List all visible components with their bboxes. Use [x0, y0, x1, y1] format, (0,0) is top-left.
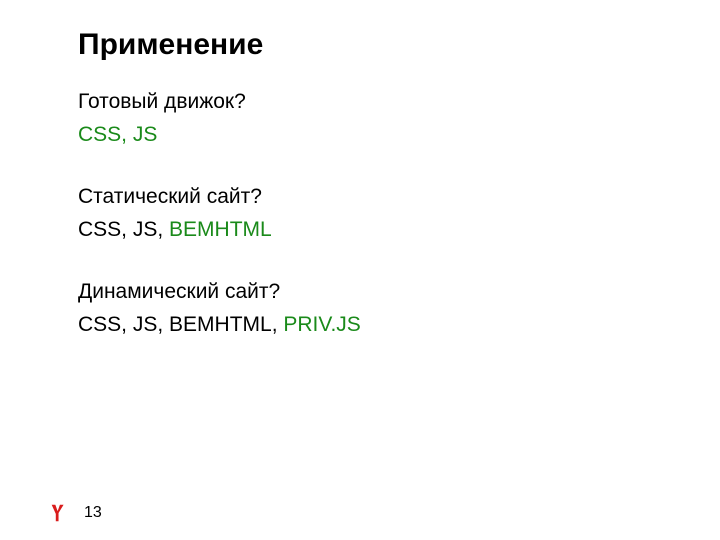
content-block: Динамический сайт? CSS, JS, BEMHTML, PRI…: [78, 276, 642, 341]
answer-part: CSS, JS: [78, 123, 157, 146]
answer-part: CSS, JS,: [78, 218, 169, 241]
answer-part: PRIV.JS: [283, 313, 360, 336]
slide-title: Применение: [78, 28, 642, 62]
answer-text: CSS, JS, BEMHTML: [78, 214, 642, 247]
slide: Применение Готовый движок? CSS, JS Стати…: [0, 0, 720, 540]
page-number: 13: [84, 504, 102, 522]
slide-content: Готовый движок? CSS, JS Статический сайт…: [78, 86, 642, 341]
answer-part: BEMHTML: [169, 218, 272, 241]
yandex-logo-icon: [48, 502, 70, 524]
answer-part: CSS, JS, BEMHTML,: [78, 313, 283, 336]
answer-text: CSS, JS, BEMHTML, PRIV.JS: [78, 309, 642, 342]
slide-footer: 13: [48, 502, 102, 524]
content-block: Готовый движок? CSS, JS: [78, 86, 642, 151]
question-text: Динамический сайт?: [78, 276, 642, 309]
question-text: Статический сайт?: [78, 181, 642, 214]
question-text: Готовый движок?: [78, 86, 642, 119]
content-block: Статический сайт? CSS, JS, BEMHTML: [78, 181, 642, 246]
answer-text: CSS, JS: [78, 119, 642, 152]
